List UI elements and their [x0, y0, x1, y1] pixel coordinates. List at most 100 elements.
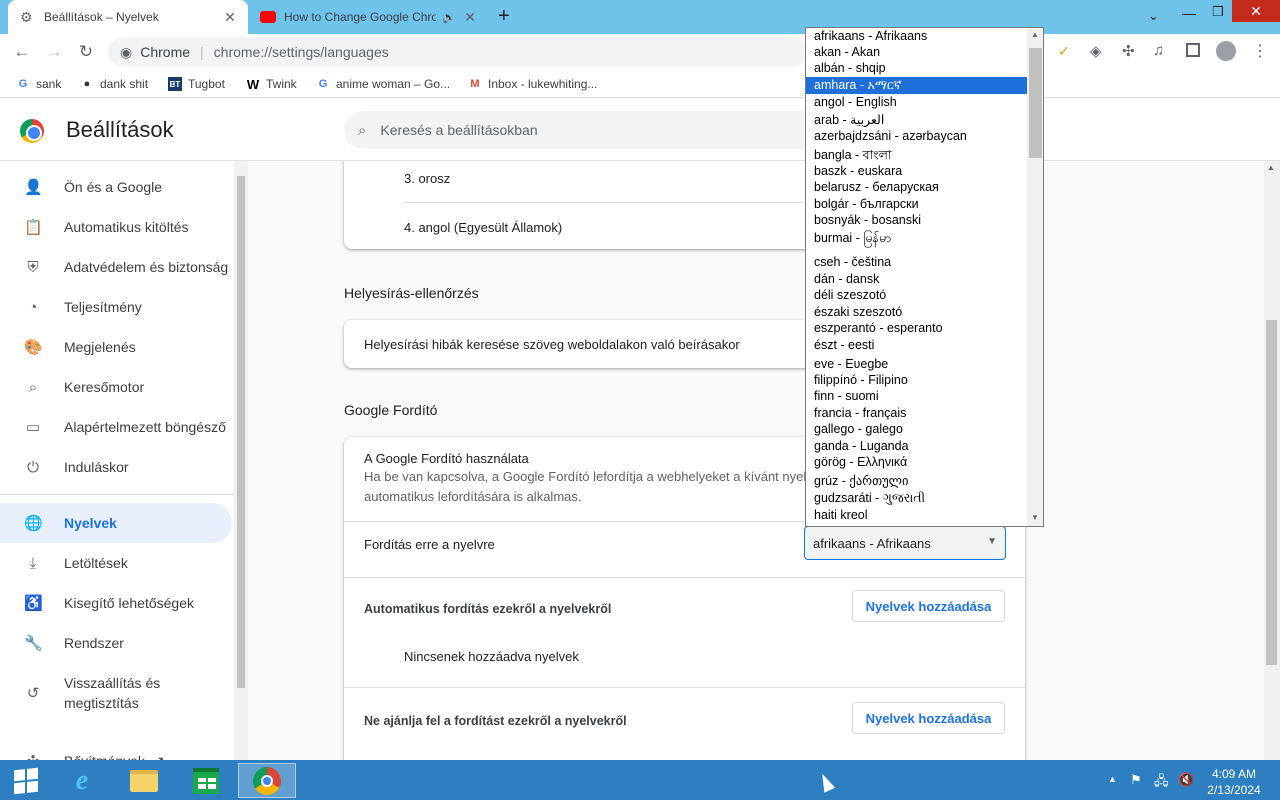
bookmark-tugbot[interactable]: BT Tugbot — [168, 75, 225, 93]
taskbar-file-explorer[interactable] — [118, 763, 170, 798]
taskbar-store[interactable] — [180, 763, 232, 798]
settings-search-input[interactable]: ⌕ Keresés a beállításokban — [344, 111, 864, 149]
shield-extension-icon[interactable]: ◈ — [1090, 42, 1102, 60]
close-icon[interactable]: ✕ — [222, 9, 238, 26]
dropdown-option[interactable]: bosnyák - bosanski — [806, 212, 1027, 229]
sidebar-item-label: Megjelenés — [64, 339, 136, 355]
dropdown-option[interactable]: bolgár - български — [806, 196, 1027, 213]
dropdown-option[interactable]: görög - Ελληνικά — [806, 454, 1027, 471]
restore-button[interactable]: ❐ — [1206, 4, 1230, 20]
reload-icon[interactable]: ↻ — [74, 40, 98, 64]
profile-avatar[interactable] — [1216, 41, 1236, 61]
dropdown-option[interactable]: északi szeszotó — [806, 304, 1027, 321]
tab-search-icon[interactable]: ⌄ — [1148, 8, 1159, 24]
dropdown-option-highlighted[interactable]: amhara - አማርኛ — [806, 77, 1027, 94]
globe-icon: 🌐 — [24, 515, 43, 532]
speaker-icon[interactable]: 🔈 — [442, 11, 456, 24]
main-scrollbar-thumb[interactable] — [1266, 320, 1277, 665]
clipboard-icon: 📋 — [24, 219, 43, 236]
dropdown-option[interactable]: déli szeszotó — [806, 287, 1027, 304]
scroll-up-arrow[interactable]: ▲ — [1267, 163, 1275, 172]
dropdown-option[interactable]: gallego - galego — [806, 421, 1027, 438]
dropdown-option[interactable]: gudzsaráti - ગુજરાતી — [806, 490, 1027, 507]
sidebar-item-privacy[interactable]: ⛨ Adatvédelem és biztonság — [0, 247, 232, 287]
dropdown-option[interactable]: eszperantó - esperanto — [806, 320, 1027, 337]
extension-icon[interactable]: ✓ — [1058, 43, 1070, 60]
dropdown-option[interactable]: filippínó - Filipino — [806, 372, 1027, 389]
dropdown-option[interactable]: belarusz - беларуская — [806, 179, 1027, 196]
chrome-chip-icon: ◉ — [120, 43, 133, 60]
sidebar-item-default-browser[interactable]: ▭ Alapértelmezett böngésző — [0, 407, 232, 447]
menu-icon[interactable]: ⋮ — [1252, 41, 1268, 61]
dropdown-option[interactable]: finn - suomi — [806, 388, 1027, 405]
dropdown-option[interactable]: ganda - Luganda — [806, 438, 1027, 455]
dropdown-option[interactable]: bangla - বাংলা — [806, 147, 1027, 164]
close-window-button[interactable]: ✕ — [1232, 0, 1280, 22]
language-dropdown-list[interactable]: afrikaans - Afrikaans akan - Akan albán … — [805, 27, 1044, 527]
show-hidden-icons[interactable]: ▲ — [1108, 774, 1117, 784]
dropdown-option[interactable]: arab - العربية — [806, 112, 1027, 129]
bookmark-anime-woman[interactable]: Ganime woman – Go... — [316, 75, 450, 93]
bookmark-sank[interactable]: Gsank — [16, 75, 62, 93]
sidebar-scrollbar-thumb[interactable] — [237, 176, 245, 688]
sidebar-item-search-engine[interactable]: ⌕ Keresőmotor — [0, 367, 232, 407]
dropdown-scrollbar-thumb[interactable] — [1029, 48, 1042, 158]
sidebar-item-downloads[interactable]: ⤓ Letöltések — [0, 543, 232, 583]
back-icon[interactable]: ← — [10, 40, 34, 64]
side-panel-icon[interactable] — [1186, 43, 1200, 57]
search-icon: ⌕ — [28, 378, 38, 396]
bookmark-twink[interactable]: W Twink — [246, 75, 297, 93]
sidebar-item-on-startup[interactable]: ⏻ Induláskor — [0, 447, 232, 487]
taskbar-chrome[interactable] — [238, 763, 296, 798]
dropdown-option[interactable]: haiti kreol — [806, 507, 1027, 524]
dropdown-option[interactable]: észt - eesti — [806, 337, 1027, 354]
sidebar-item-performance[interactable]: ◔ Teljesítmény — [0, 287, 232, 327]
new-tab-button[interactable]: + — [498, 5, 510, 28]
bookmark-inbox[interactable]: M Inbox - lukewhiting... — [468, 75, 597, 93]
dropdown-option[interactable]: azerbajdzsáni - azərbaycan — [806, 128, 1027, 145]
add-languages-button[interactable]: Nyelvek hozzáadása — [852, 590, 1005, 622]
scroll-up-arrow[interactable]: ▲ — [1031, 30, 1039, 39]
system-clock[interactable]: 4:09 AM 2/13/2024 — [1200, 766, 1268, 798]
start-button[interactable] — [0, 763, 52, 798]
spellcheck-heading: Helyesírás-ellenőrzés — [344, 285, 479, 301]
sidebar-item-system[interactable]: 🔧 Rendszer — [0, 623, 232, 663]
divider — [0, 494, 234, 495]
scroll-down-arrow[interactable]: ▼ — [1031, 513, 1039, 522]
sidebar-item-reset[interactable]: ↺ Visszaállítás és megtisztítás — [0, 669, 232, 717]
dropdown-option[interactable]: francia - français — [806, 405, 1027, 422]
dropdown-option[interactable]: burmai - မြန်မာ — [806, 230, 1027, 247]
dropdown-option[interactable]: grúz - ქართული — [806, 473, 1027, 490]
taskbar-internet-explorer[interactable]: e — [56, 763, 108, 798]
target-language-label: Fordítás erre a nyelvre — [364, 537, 495, 552]
dropdown-option[interactable]: akan - Akan — [806, 44, 1027, 61]
omnibox[interactable]: ◉ Chrome | chrome://settings/languages — [108, 37, 808, 67]
dropdown-option[interactable]: cseh - čeština — [806, 254, 1027, 271]
clock-date: 2/13/2024 — [1207, 783, 1261, 797]
dropdown-option[interactable]: dán - dansk — [806, 271, 1027, 288]
tab-settings[interactable]: Beállítások – Nyelvek ✕ — [8, 0, 248, 34]
sidebar-item-autofill[interactable]: 📋 Automatikus kitöltés — [0, 207, 232, 247]
dropdown-option[interactable]: eve - Eʋegbe — [806, 356, 1027, 373]
puzzle-icon[interactable]: ✣ — [1122, 42, 1135, 60]
bookmark-dank-shit[interactable]: ● dank shit — [80, 75, 148, 93]
media-icon[interactable]: ♫ — [1153, 42, 1164, 59]
dropdown-option[interactable]: baszk - euskara — [806, 163, 1027, 180]
dropdown-option[interactable]: afrikaans - Afrikaans — [806, 28, 1027, 45]
network-icon[interactable]: 🖧 — [1154, 772, 1169, 794]
flag-icon[interactable]: ⚑ — [1130, 772, 1142, 788]
forward-icon[interactable]: → — [42, 40, 66, 64]
add-languages-button-2[interactable]: Nyelvek hozzáadása — [852, 702, 1005, 734]
sidebar-item-languages[interactable]: 🌐 Nyelvek — [0, 503, 232, 543]
minimize-button[interactable]: — — [1172, 5, 1206, 21]
tab-youtube[interactable]: How to Change Google Chro 🔈 ✕ — [250, 0, 488, 34]
sidebar-item-appearance[interactable]: 🎨 Megjelenés — [0, 327, 232, 367]
volume-muted-icon[interactable]: 🔇 — [1178, 772, 1194, 788]
bookmark-label: Twink — [266, 77, 297, 91]
dropdown-option[interactable]: albán - shqip — [806, 60, 1027, 77]
sidebar-item-accessibility[interactable]: ♿ Kisegítő lehetőségek — [0, 583, 232, 623]
close-icon[interactable]: ✕ — [462, 9, 478, 26]
sidebar-item-you-and-google[interactable]: 👤 Ön és a Google — [0, 167, 232, 207]
target-language-select[interactable]: afrikaans - Afrikaans ▼ — [804, 526, 1006, 560]
dropdown-option[interactable]: angol - English — [806, 94, 1027, 111]
